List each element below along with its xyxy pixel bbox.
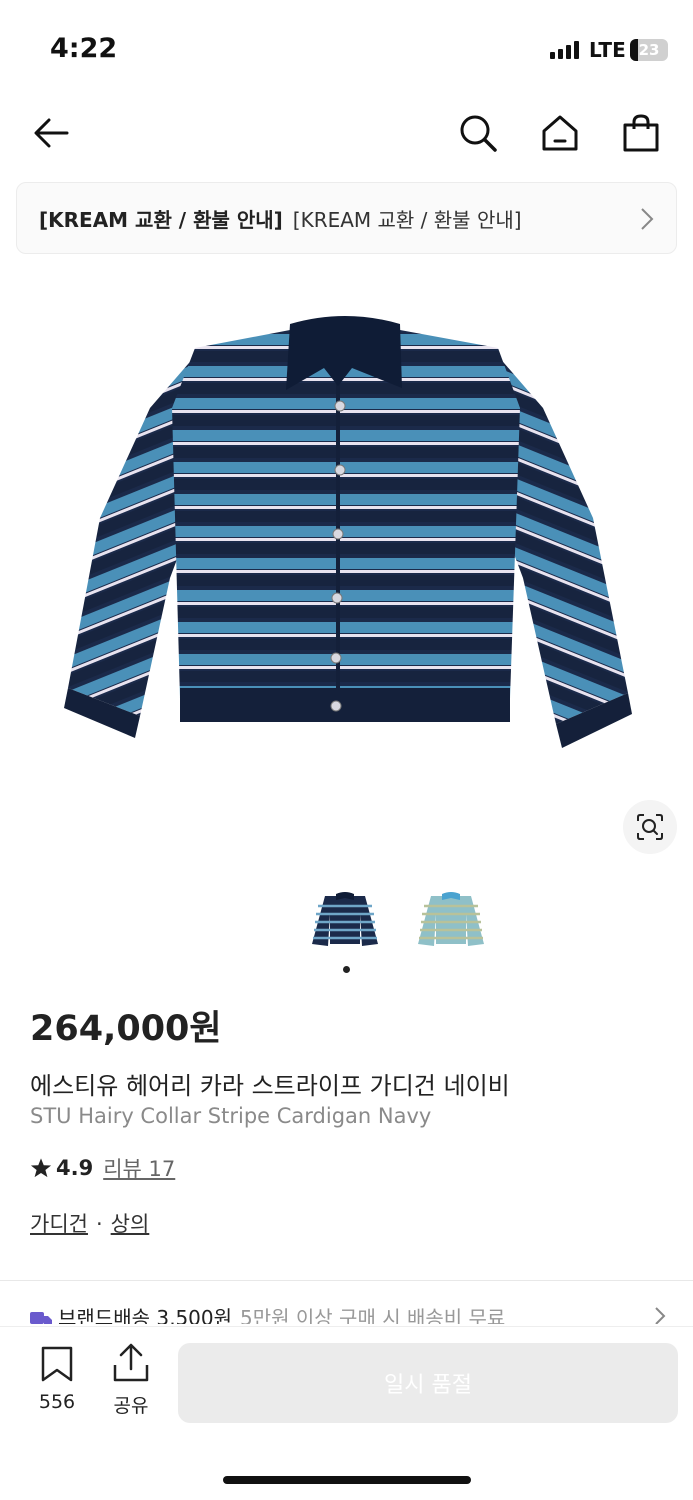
shipping-info[interactable]: 브랜드배송 3,500원 5만원 이상 구매 시 배송비 무료 — [30, 1302, 670, 1324]
rating-row: 4.9 리뷰 17 — [30, 1153, 175, 1183]
bookmark-button[interactable]: 556 — [30, 1345, 84, 1413]
network-label: LTE — [589, 38, 626, 62]
product-price: 264,000원 — [30, 1009, 222, 1049]
shipping-fee: 브랜드배송 3,500원 — [58, 1306, 233, 1324]
status-time: 4:22 — [50, 33, 118, 64]
category-breadcrumb: 가디건 · 상의 — [30, 1208, 149, 1238]
truck-icon — [30, 1312, 52, 1324]
bookmark-icon — [41, 1346, 73, 1382]
thumbnail-list — [300, 884, 496, 954]
battery-level: 23 — [638, 41, 660, 59]
home-icon — [542, 115, 578, 151]
shopping-bag-icon — [623, 114, 659, 152]
thumbnail-navy[interactable] — [300, 884, 390, 954]
thumbnail-sky[interactable] — [406, 884, 496, 954]
status-bar: 4:22 LTE 23 — [0, 0, 693, 100]
review-link[interactable]: 리뷰 17 — [103, 1153, 175, 1183]
signal-icon — [550, 41, 579, 59]
category-separator: · — [95, 1212, 103, 1236]
product-name-english: STU Hairy Collar Stripe Cardigan Navy — [30, 1104, 432, 1128]
back-button[interactable] — [26, 110, 76, 156]
product-name-korean: 에스티유 헤어리 카라 스트라이프 가디건 네이비 — [30, 1072, 510, 1100]
shopping-bag-button[interactable] — [616, 110, 666, 156]
star-icon — [30, 1158, 52, 1178]
home-button[interactable] — [535, 110, 585, 156]
home-indicator — [223, 1476, 471, 1484]
rating-score: 4.9 — [56, 1156, 94, 1180]
product-image[interactable] — [0, 268, 693, 868]
exchange-refund-notice[interactable]: [KREAM 교환 / 환불 안내] [KREAM 교환 / 환불 안내] — [16, 182, 677, 254]
shipping-condition: 5만원 이상 구매 시 배송비 무료 — [240, 1306, 506, 1324]
chevron-right-icon — [655, 1307, 666, 1324]
notice-title: [KREAM 교환 / 환불 안내] — [292, 207, 522, 232]
chevron-right-icon — [641, 208, 654, 230]
search-icon — [460, 115, 497, 152]
category-top[interactable]: 상의 — [111, 1212, 150, 1236]
category-cardigan[interactable]: 가디건 — [30, 1212, 88, 1236]
bookmark-count: 556 — [38, 1391, 76, 1413]
search-button[interactable] — [453, 110, 503, 156]
soldout-button[interactable]: 일시 품절 — [178, 1343, 678, 1423]
section-divider — [0, 1280, 693, 1281]
carousel-indicator — [343, 966, 350, 973]
bottom-action-bar: 556 공유 일시 품절 — [0, 1326, 693, 1500]
lens-search-icon — [637, 814, 663, 840]
top-nav — [0, 100, 693, 166]
back-arrow-icon — [34, 118, 69, 148]
share-button[interactable]: 공유 — [104, 1343, 158, 1418]
share-icon — [113, 1343, 149, 1382]
image-search-button[interactable] — [623, 800, 677, 854]
battery-icon: 23 — [630, 39, 668, 61]
share-label: 공유 — [113, 1395, 149, 1417]
notice-title-bold: [KREAM 교환 / 환불 안내] — [39, 207, 283, 232]
